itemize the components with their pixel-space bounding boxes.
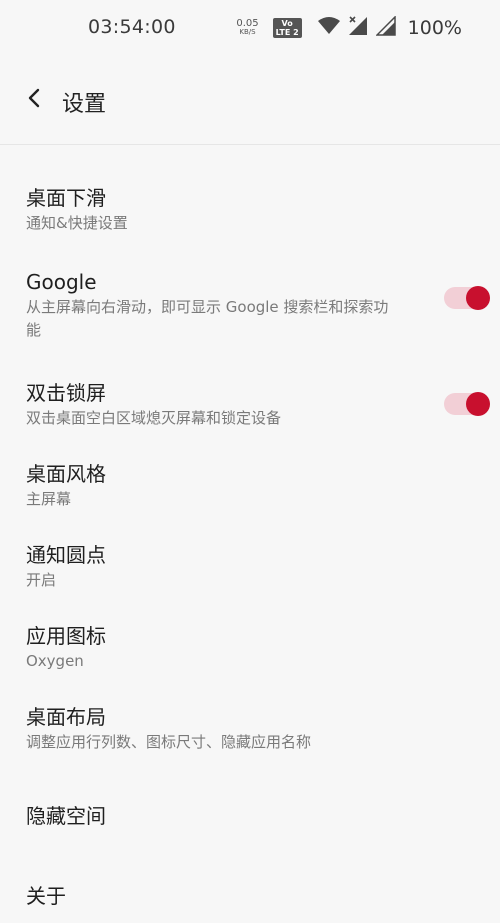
setting-item-home-swipe-down[interactable]: 桌面下滑 通知&快捷设置 [0,145,500,247]
cell-signal-icon-2 [374,15,396,40]
chevron-left-icon [26,88,42,112]
status-icons: 0.05 KB/S Vo LTE 2 100% [236,14,462,42]
cell-signal-icon [348,16,368,40]
setting-item-hidden-space[interactable]: 隐藏空间 [0,760,500,845]
setting-title: 通知圆点 [26,543,106,567]
page-title: 设置 [62,92,107,117]
setting-title: 隐藏空间 [26,804,106,828]
toggle-knob [466,392,490,416]
setting-title: 双击锁屏 [26,381,106,405]
battery-level: 100% [407,17,462,39]
setting-title: 应用图标 [26,624,106,648]
network-speed-value: 0.05 [236,18,259,29]
setting-title: 桌面布局 [26,705,106,729]
setting-subtitle: 主屏幕 [26,490,72,508]
wifi-icon [317,17,340,39]
volte-badge: Vo LTE 2 [272,18,302,38]
setting-subtitle: 通知&快捷设置 [26,214,128,232]
setting-title: 桌面风格 [26,462,106,486]
settings-list: 桌面下滑 通知&快捷设置 Google 从主屏幕向右滑动，即可显示 Google… [0,145,500,923]
double-tap-lock-toggle[interactable] [444,392,490,416]
app-header: 设置 [0,56,500,145]
volte-top-label: Vo [281,19,293,28]
back-button[interactable] [18,84,50,116]
toggle-knob [466,286,490,310]
google-toggle[interactable] [444,286,490,310]
setting-subtitle: 开启 [26,571,57,589]
network-speed-unit: KB/S [239,28,256,36]
setting-title: 关于 [26,884,66,908]
setting-subtitle: Oxygen [26,652,84,670]
setting-title: Google [26,270,97,294]
setting-item-home-style[interactable]: 桌面风格 主屏幕 [0,436,500,517]
setting-item-about[interactable]: 关于 [0,845,500,923]
setting-subtitle: 调整应用行列数、图标尺寸、隐藏应用名称 [26,733,312,751]
setting-subtitle: 从主屏幕向右滑动，即可显示 Google 搜索栏和探索功能 [26,298,389,339]
network-speed: 0.05 KB/S [236,19,258,37]
setting-item-google[interactable]: Google 从主屏幕向右滑动，即可显示 Google 搜索栏和探索功能 [0,247,500,353]
setting-title: 桌面下滑 [26,186,106,210]
setting-item-notification-dots[interactable]: 通知圆点 开启 [0,517,500,598]
volte-bottom-label: LTE 2 [275,28,299,37]
status-time: 03:54:00 [88,16,176,38]
status-bar: 03:54:00 0.05 KB/S Vo LTE 2 100% [0,0,500,56]
setting-item-double-tap-lock[interactable]: 双击锁屏 双击桌面空白区域熄灭屏幕和锁定设备 [0,353,500,436]
setting-item-app-icons[interactable]: 应用图标 Oxygen [0,598,500,679]
setting-item-home-layout[interactable]: 桌面布局 调整应用行列数、图标尺寸、隐藏应用名称 [0,679,500,760]
setting-subtitle: 双击桌面空白区域熄灭屏幕和锁定设备 [26,409,282,427]
